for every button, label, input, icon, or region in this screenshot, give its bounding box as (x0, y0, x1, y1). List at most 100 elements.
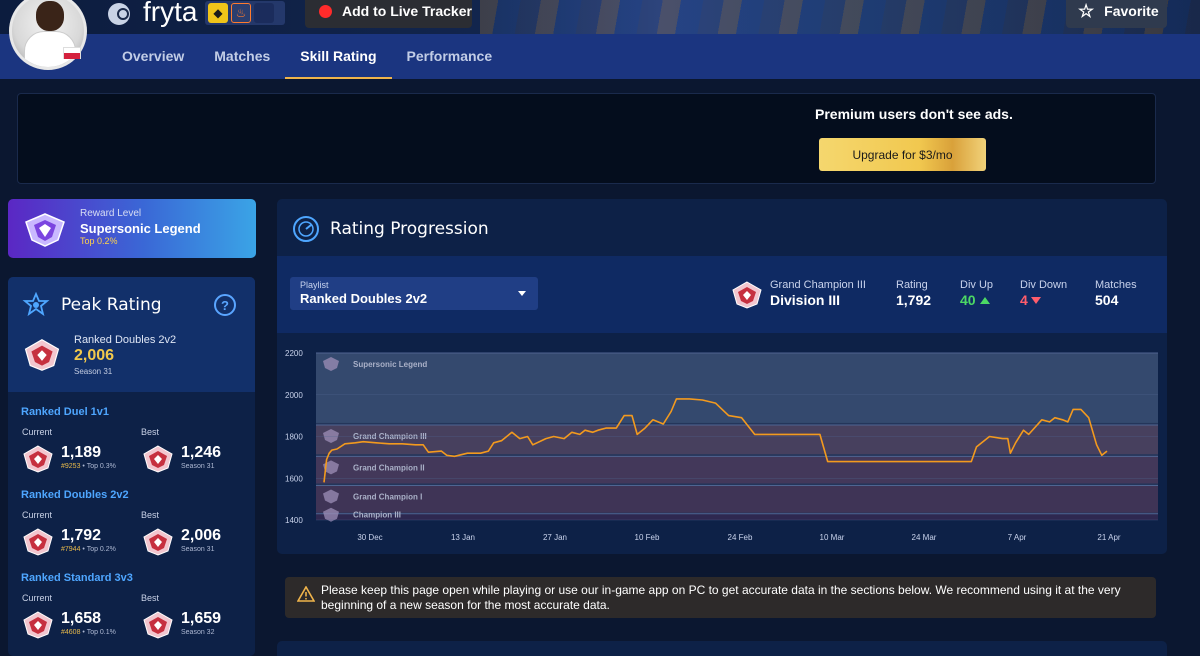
best-rating: 2,006 (181, 527, 222, 544)
playlist-title-duel[interactable]: Ranked Duel 1v1 (21, 406, 109, 418)
reward-top-percent: Top 0.2% (80, 236, 118, 246)
current-rank-meta: #7944 • Top 0.2% (61, 546, 116, 553)
y-tick-label: 2000 (285, 391, 303, 400)
bottom-panel (277, 641, 1167, 656)
reward-level-name: Supersonic Legend (80, 221, 201, 236)
upgrade-button[interactable]: Upgrade for $3/mo (819, 138, 986, 171)
band-label: Supersonic Legend (353, 360, 427, 369)
peak-season: Season 31 (74, 367, 113, 376)
matches-label: Matches (1095, 279, 1137, 291)
current-rank-meta: #4608 • Top 0.1% (61, 629, 116, 636)
favorite-button[interactable]: ☆ Favorite (1066, 0, 1167, 28)
x-tick-label: 21 Apr (1097, 533, 1120, 542)
rank-band (316, 456, 1158, 484)
best-label: Best (141, 427, 160, 437)
x-tick-label: 24 Mar (912, 533, 937, 542)
username: fryta (143, 0, 198, 27)
profile-tabs: Overview Matches Skill Rating Performanc… (107, 34, 507, 79)
tab-overview[interactable]: Overview (107, 34, 199, 79)
best-season: Season 31 (181, 546, 215, 553)
rank-icon (143, 445, 173, 473)
add-to-live-tracker-button[interactable]: Add to Live Tracker (305, 0, 472, 28)
current-rating: 1,189 (61, 444, 102, 461)
playlist-dropdown-label: Playlist (300, 280, 329, 290)
rating-value: 1,792 (896, 292, 932, 308)
y-tick-label: 1600 (285, 474, 303, 483)
tab-skill-rating[interactable]: Skill Rating (285, 34, 392, 79)
grand-champion-rank-icon (732, 281, 762, 309)
rank-band (316, 485, 1158, 513)
arrow-down-icon (1030, 297, 1041, 304)
div-up-value: 40 (960, 292, 990, 308)
premium-ad-text: Premium users don't see ads. (815, 106, 1013, 122)
live-tracker-label: Add to Live Tracker (342, 3, 472, 19)
chevron-down-icon (518, 291, 526, 296)
x-tick-label: 10 Mar (820, 533, 845, 542)
y-tick-label: 1800 (285, 433, 303, 442)
peak-rating-value: 2,006 (74, 347, 115, 364)
player-avatar (9, 0, 87, 70)
best-rating: 1,659 (181, 610, 222, 627)
peak-rank-icon (22, 292, 50, 317)
star-icon: ☆ (1078, 0, 1095, 21)
rating-progression-title: Rating Progression (330, 219, 489, 239)
x-tick-label: 27 Jan (543, 533, 567, 542)
rank-band (316, 513, 1158, 520)
rank-band (316, 353, 1158, 423)
reward-level-label: Reward Level (80, 208, 142, 219)
x-tick-label: 13 Jan (451, 533, 475, 542)
favorite-label: Favorite (1104, 3, 1159, 19)
empty-badge-icon[interactable] (254, 3, 274, 23)
band-label: Grand Champion II (353, 463, 425, 472)
best-label: Best (141, 510, 160, 520)
current-label: Current (22, 427, 53, 437)
fire-badge-icon[interactable]: ♨ (231, 3, 251, 23)
current-rank-name: Grand Champion III (770, 279, 866, 291)
current-label: Current (22, 510, 53, 520)
playlist-title-standard[interactable]: Ranked Standard 3v3 (21, 572, 133, 584)
playlist-title-doubles[interactable]: Ranked Doubles 2v2 (21, 489, 129, 501)
x-tick-label: 7 Apr (1008, 533, 1027, 542)
current-rating: 1,658 (61, 610, 102, 627)
x-tick-label: 10 Feb (635, 533, 660, 542)
current-label: Current (22, 593, 53, 603)
current-rank-meta: #9253 • Top 0.3% (61, 463, 116, 470)
rank-icon (143, 611, 173, 639)
warning-icon (297, 586, 315, 602)
div-down-value: 4 (1020, 292, 1041, 308)
current-rating: 1,792 (61, 527, 102, 544)
current-division: Division III (770, 292, 841, 308)
supersonic-legend-icon (25, 213, 65, 247)
rank-band (316, 425, 1158, 455)
grand-champion-rank-icon (24, 339, 60, 371)
band-label: Grand Champion I (353, 493, 422, 502)
record-dot-icon (319, 4, 332, 18)
rating-progression-chart[interactable]: Supersonic LegendGrand Champion IIIGrand… (277, 333, 1167, 554)
diamond-badge-icon[interactable]: ◆ (208, 3, 228, 23)
best-rating: 1,246 (181, 444, 222, 461)
x-tick-label: 30 Dec (357, 533, 382, 542)
warning-text: Please keep this page open while playing… (321, 583, 1121, 612)
y-tick-label: 2200 (285, 349, 303, 358)
peak-playlist-name: Ranked Doubles 2v2 (74, 334, 177, 346)
matches-value: 504 (1095, 292, 1119, 308)
rank-icon (143, 528, 173, 556)
div-up-label: Div Up (960, 279, 994, 291)
tab-performance[interactable]: Performance (392, 34, 508, 79)
best-season: Season 32 (181, 629, 215, 636)
peak-rating-title: Peak Rating (61, 295, 162, 315)
div-down-label: Div Down (1020, 279, 1068, 291)
badge-list: ◆ ♨ (205, 1, 285, 25)
speedometer-icon (293, 216, 319, 242)
arrow-up-icon (979, 297, 990, 304)
best-season: Season 31 (181, 463, 215, 470)
steam-icon (108, 3, 130, 25)
rank-icon (23, 611, 53, 639)
tab-matches[interactable]: Matches (199, 34, 285, 79)
rank-icon (23, 445, 53, 473)
help-icon[interactable]: ? (214, 294, 236, 316)
rank-icon (23, 528, 53, 556)
poland-flag-icon (63, 47, 81, 59)
band-label: Champion III (353, 511, 401, 520)
playlist-dropdown-value: Ranked Doubles 2v2 (300, 291, 428, 306)
